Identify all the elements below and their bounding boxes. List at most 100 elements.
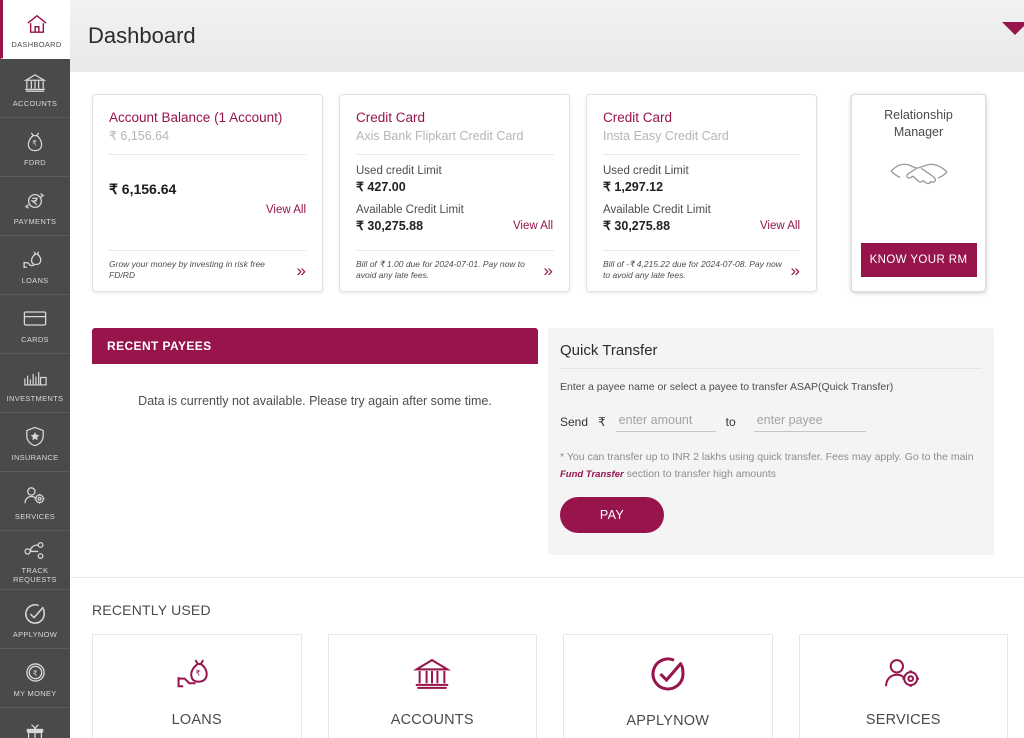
page-title: Dashboard [88, 23, 196, 48]
available-limit-label: Available Credit Limit [603, 204, 711, 216]
recently-used-label: ACCOUNTS [390, 711, 474, 728]
sidebar-item-edge-rewards[interactable]: EDGE REWARDS [0, 708, 70, 738]
rm-title-line1: Relationship [884, 108, 953, 122]
recently-used-row: ₹ LOANS ACCOUNTS APPLYNOW SERVICES [70, 618, 1024, 738]
sidebar-item-services[interactable]: SERVICES [0, 472, 70, 531]
sidebar: DASHBOARD ACCOUNTS ₹ FDRD PAYMENTS LOANS… [0, 0, 70, 738]
bank-icon [413, 657, 452, 696]
card-footer-text: Bill of -₹ 4,215.22 due for 2024-07-08. … [603, 259, 782, 280]
handshake-icon [887, 157, 951, 196]
card-footer-text: Bill of ₹ 1.00 due for 2024-07-01. Pay n… [356, 259, 525, 280]
amount-input[interactable] [615, 411, 716, 432]
recent-payees-panel: RECENT PAYEES Data is currently not avai… [92, 328, 538, 438]
sidebar-item-fdrd[interactable]: ₹ FDRD [0, 118, 70, 177]
loan-hand-icon [23, 248, 47, 272]
to-label: to [725, 415, 736, 429]
used-limit-label: Used credit Limit [603, 165, 689, 177]
money-bag-icon: ₹ [25, 130, 45, 154]
recently-used-item-accounts[interactable]: ACCOUNTS [327, 634, 537, 738]
card-subtitle: ₹ 6,156.64 [109, 129, 170, 143]
recently-used-item-services[interactable]: SERVICES [798, 634, 1008, 738]
check-circle-icon [24, 602, 46, 626]
note-part-2: section to transfer high amounts [626, 468, 777, 480]
person-gear-icon [23, 484, 47, 508]
person-gear-icon [883, 657, 923, 696]
card-footer: Bill of ₹ 1.00 due for 2024-07-01. Pay n… [356, 250, 553, 281]
summary-cards-row: Account Balance (1 Account) ₹ 6,156.64 ₹… [70, 72, 1024, 292]
sidebar-item-applynow[interactable]: APPLYNOW [0, 590, 70, 649]
sidebar-item-label: INVESTMENTS [6, 393, 64, 403]
svg-text:₹: ₹ [32, 139, 37, 148]
account-balance-card[interactable]: Account Balance (1 Account) ₹ 6,156.64 ₹… [92, 94, 323, 292]
rupee-symbol-icon: ₹ [598, 415, 606, 429]
divider [109, 154, 306, 155]
used-limit-value: ₹ 427.00 [356, 180, 406, 194]
sidebar-item-label: MY MONEY [13, 688, 57, 698]
sidebar-item-track-requests[interactable]: TRACK REQUESTS [0, 531, 70, 590]
sidebar-item-label: ACCOUNTS [12, 98, 58, 108]
available-limit-label: Available Credit Limit [356, 204, 464, 216]
sidebar-item-dashboard[interactable]: DASHBOARD [0, 0, 70, 59]
used-limit-label: Used credit Limit [356, 165, 442, 177]
sidebar-item-label: INSURANCE [11, 452, 59, 462]
card-title: Credit Card [603, 110, 673, 125]
sidebar-item-payments[interactable]: PAYMENTS [0, 177, 70, 236]
svg-text:₹: ₹ [32, 669, 37, 678]
sidebar-item-accounts[interactable]: ACCOUNTS [0, 59, 70, 118]
home-icon [26, 12, 48, 36]
view-all-link[interactable]: View All [109, 204, 306, 216]
know-your-rm-button[interactable]: KNOW YOUR RM [860, 243, 977, 277]
sidebar-item-label: TRACK REQUESTS [13, 566, 57, 584]
payee-input[interactable] [753, 411, 866, 432]
caret-down-icon[interactable] [1002, 22, 1024, 35]
sidebar-item-label: APPLYNOW [12, 629, 58, 639]
top-bar: Dashboard [70, 0, 1024, 72]
shield-star-icon [25, 425, 45, 449]
double-chevron-right-icon[interactable]: » [297, 262, 307, 279]
credit-card-insta-easy-card[interactable]: Credit Card Insta Easy Credit Card Used … [586, 94, 817, 292]
quick-transfer-description: Enter a payee name or select a payee to … [560, 381, 894, 393]
content-panel: Account Balance (1 Account) ₹ 6,156.64 ₹… [70, 72, 1024, 738]
sidebar-item-investments[interactable]: INVESTMENTS [0, 354, 70, 413]
fund-transfer-link[interactable]: Fund Transfer [560, 469, 624, 480]
recently-used-heading: RECENTLY USED [92, 602, 211, 618]
double-chevron-right-icon[interactable]: » [791, 262, 801, 279]
recent-payees-empty-message: Data is currently not available. Please … [138, 394, 492, 408]
double-chevron-right-icon[interactable]: » [544, 262, 554, 279]
recently-used-label: SERVICES [865, 711, 941, 728]
quick-transfer-panel: Quick Transfer Enter a payee name or sel… [548, 328, 994, 555]
view-all-link[interactable]: View All [603, 220, 800, 232]
credit-card-flipkart-card[interactable]: Credit Card Axis Bank Flipkart Credit Ca… [339, 94, 570, 292]
main-area: Dashboard Account Balance (1 Account) ₹ … [70, 0, 1024, 738]
recently-used-label: LOANS [171, 711, 222, 728]
account-balance-value: ₹ 6,156.64 [109, 181, 177, 197]
note-part-1: * You can transfer up to INR 2 lakhs usi… [560, 451, 974, 463]
card-title: Account Balance (1 Account) [109, 110, 283, 125]
used-limit-value: ₹ 1,297.12 [603, 180, 664, 194]
loan-hand-icon: ₹ [177, 657, 217, 696]
sidebar-item-loans[interactable]: LOANS [0, 236, 70, 295]
svg-text:₹: ₹ [195, 668, 200, 677]
middle-row: RECENT PAYEES Data is currently not avai… [70, 292, 1024, 555]
sidebar-item-my-money[interactable]: ₹ MY MONEY [0, 649, 70, 708]
quick-transfer-title: Quick Transfer [560, 342, 982, 369]
card-subtitle: Insta Easy Credit Card [603, 129, 729, 143]
sidebar-item-insurance[interactable]: INSURANCE [0, 413, 70, 472]
track-route-icon [23, 538, 47, 562]
credit-card-icon [23, 307, 47, 331]
sidebar-item-label: CARDS [21, 334, 49, 344]
recently-used-label: APPLYNOW [626, 712, 710, 729]
quick-transfer-form: Send ₹ to [560, 411, 982, 432]
check-circle-icon [650, 656, 686, 697]
send-label: Send [560, 415, 589, 429]
sidebar-item-cards[interactable]: CARDS [0, 295, 70, 354]
sidebar-item-label: SERVICES [14, 511, 56, 521]
sidebar-item-label: FDRD [23, 157, 47, 167]
recently-used-item-loans[interactable]: ₹ LOANS [92, 634, 302, 738]
recently-used-item-applynow[interactable]: APPLYNOW [563, 634, 773, 738]
dashboard-app: DASHBOARD ACCOUNTS ₹ FDRD PAYMENTS LOANS… [0, 0, 1024, 738]
view-all-link[interactable]: View All [356, 220, 553, 232]
bank-icon [24, 71, 46, 95]
card-footer: Grow your money by investing in risk fre… [109, 250, 306, 281]
pay-button[interactable]: PAY [560, 497, 664, 533]
